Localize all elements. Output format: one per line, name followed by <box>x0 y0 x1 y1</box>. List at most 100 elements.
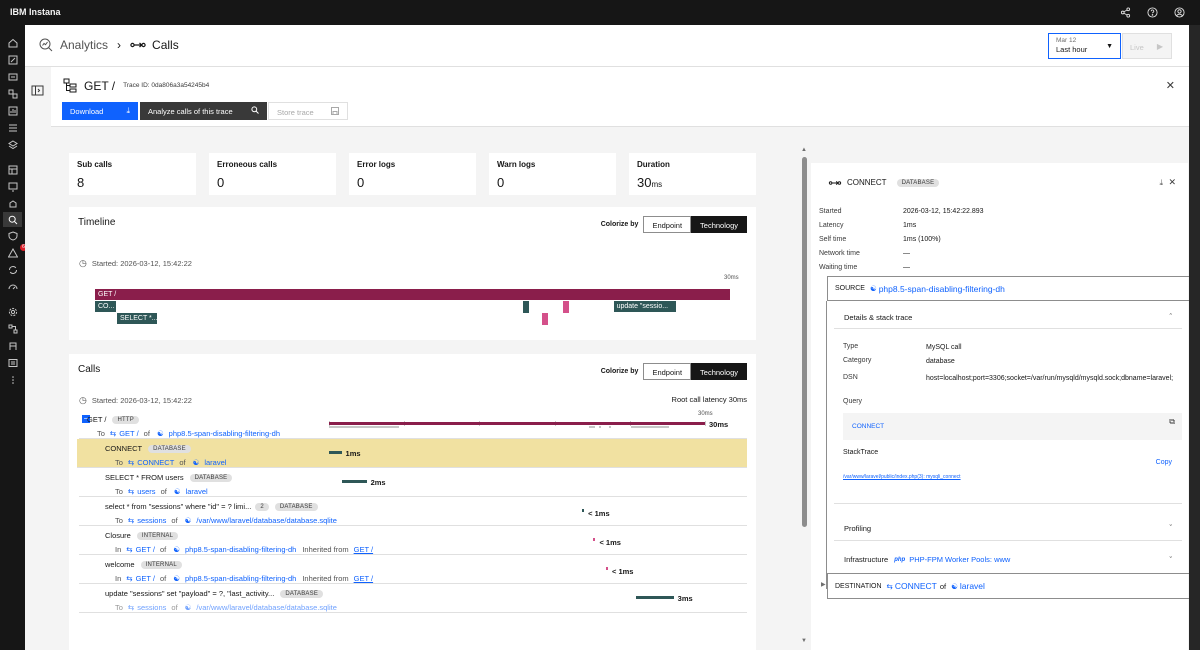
analyze-calls-button[interactable]: Analyze calls of this trace <box>140 102 267 120</box>
service-link[interactable]: php8.5-span-disabling-filtering-dh <box>185 545 296 554</box>
catalog-icon[interactable] <box>6 356 19 369</box>
events-icon[interactable] <box>6 229 19 242</box>
more-icon[interactable] <box>6 373 19 386</box>
stacktrace-frame-link[interactable]: /var/www/laravel/public/index.php(3): my… <box>843 474 961 480</box>
copy-icon[interactable]: ⧉ <box>1169 417 1175 427</box>
download-button[interactable]: Download ⤓ <box>62 102 138 120</box>
call-detail-line: In ⇆ GET / of ☯ php8.5-span-disabling-filteri… <box>115 545 373 554</box>
timeline-bar[interactable]: GET / <box>95 289 730 300</box>
colorize-technology-button[interactable]: Technology <box>691 363 747 380</box>
timeline-bar[interactable]: CO... <box>95 301 117 312</box>
endpoint-link[interactable]: GET / <box>136 574 155 583</box>
stat-label: Erroneous calls <box>217 160 278 169</box>
service-link[interactable]: laravel <box>186 487 208 496</box>
mobile-icon[interactable] <box>6 87 19 100</box>
destination-box[interactable]: DESTINATION ⇆ CONNECT of ☯ laravel <box>827 573 1190 599</box>
breadcrumb-analytics[interactable]: Analytics <box>60 38 108 52</box>
settings-icon[interactable] <box>6 305 19 318</box>
infrastructure-icon[interactable] <box>6 163 19 176</box>
scroll-down-icon[interactable]: ▼ <box>801 638 807 644</box>
service-link[interactable]: /var/www/laravel/database/database.sqlit… <box>196 603 337 612</box>
details-stack-trace-header[interactable]: Details & stack trace ˆ <box>834 303 1182 329</box>
inherited-link[interactable]: GET / <box>354 545 373 554</box>
agent-icon[interactable] <box>6 339 19 352</box>
profiling-section[interactable]: Profiling ˇ <box>834 513 1182 541</box>
colorize-technology-button[interactable]: Technology <box>691 216 747 233</box>
kubernetes-icon[interactable] <box>6 121 19 134</box>
call-type-tag: DATABASE <box>148 444 191 453</box>
timeline-bar[interactable]: update "sessio... <box>613 301 676 312</box>
slo-icon[interactable] <box>6 280 19 293</box>
alerts-icon[interactable]: 6 <box>6 244 27 259</box>
destination-endpoint-link[interactable]: CONNECT <box>895 581 937 591</box>
timeline-bar[interactable] <box>541 313 548 325</box>
analytics-icon[interactable] <box>3 212 22 227</box>
endpoint-link[interactable]: sessions <box>137 516 166 525</box>
app-brand[interactable]: IBM Instana <box>10 7 61 17</box>
stacktrace-key: StackTrace <box>843 449 879 456</box>
call-row[interactable]: Closure INTERNAL In ⇆ GET / of ☯ php8.5-span-di… <box>79 526 747 555</box>
websites-icon[interactable] <box>6 70 19 83</box>
detail-field-key: Network time <box>819 250 860 257</box>
stat-duration: Duration 30ms <box>629 153 756 195</box>
scrollbar[interactable] <box>802 157 807 527</box>
application-icon[interactable] <box>6 53 19 66</box>
endpoint-link[interactable]: GET / <box>119 429 138 438</box>
call-row[interactable]: welcome INTERNAL In ⇆ GET / of ☯ php8.5-span-di… <box>79 555 747 584</box>
endpoint-link[interactable]: users <box>137 487 155 496</box>
live-button[interactable]: Live ▶ <box>1122 33 1172 59</box>
colorize-endpoint-button[interactable]: Endpoint <box>643 216 692 233</box>
user-icon[interactable] <box>1173 6 1186 19</box>
timeline-bar[interactable]: SELECT *... <box>117 313 157 324</box>
endpoint-link[interactable]: GET / <box>136 545 155 554</box>
share-icon[interactable] <box>1119 6 1132 19</box>
service-link[interactable]: /var/www/laravel/database/database.sqlit… <box>196 516 337 525</box>
inherited-link[interactable]: GET / <box>354 574 373 583</box>
colorize-endpoint-button[interactable]: Endpoint <box>643 363 692 380</box>
scroll-up-icon[interactable]: ▲ <box>801 147 807 153</box>
call-type-tag: DATABASE <box>274 502 318 511</box>
side-panel-toggle-icon[interactable] <box>31 84 44 97</box>
dashboards-icon[interactable] <box>6 104 19 117</box>
store-trace-button[interactable]: Store trace <box>268 102 348 120</box>
window-scrollbar[interactable] <box>1189 25 1200 650</box>
service-link[interactable]: php8.5-span-disabling-filtering-dh <box>169 429 280 438</box>
service-link[interactable]: laravel <box>204 458 226 467</box>
call-row[interactable]: select * from "sessions" where "id" = ? … <box>79 497 747 526</box>
call-name: update "sessions" set "payload" = ?, "la… <box>105 589 275 598</box>
home-icon[interactable] <box>6 36 19 49</box>
close-icon[interactable]: ✕ <box>1166 79 1175 92</box>
infrastructure-section[interactable]: Infrastructure php PHP-FPM Worker Pools:… <box>834 546 1182 574</box>
call-latency-value: < 1ms <box>611 567 634 576</box>
call-row[interactable]: SELECT * FROM users DATABASE To ⇆ users of ☯ la… <box>79 468 747 497</box>
service-icon: ☯ <box>156 429 164 438</box>
infrastructure-link[interactable]: PHP-FPM Worker Pools: www <box>909 555 1010 564</box>
time-picker[interactable]: Mar 12 Last hour ▼ <box>1048 33 1121 59</box>
timeline-bar[interactable] <box>522 301 529 313</box>
help-icon[interactable] <box>1146 6 1159 19</box>
platforms-icon[interactable] <box>6 197 19 210</box>
destination-service-link[interactable]: laravel <box>960 581 985 591</box>
automation-icon[interactable] <box>6 263 19 276</box>
type-value: MySQL call <box>926 344 962 351</box>
stack-icon[interactable] <box>6 138 19 151</box>
stat-warn-logs: Warn logs 0 <box>489 153 616 195</box>
timeline-bar[interactable] <box>562 301 569 313</box>
close-icon[interactable]: ✕ <box>1168 177 1176 188</box>
source-box[interactable]: SOURCE ☯ php8.5-span-disabling-filtering… <box>827 276 1190 301</box>
page-title: Calls <box>152 38 179 52</box>
copy-stacktrace-link[interactable]: Copy <box>1156 459 1172 466</box>
source-service-link[interactable]: php8.5-span-disabling-filtering-dh <box>879 284 1005 294</box>
endpoint-link[interactable]: CONNECT <box>137 458 174 467</box>
source-box-border <box>826 301 827 589</box>
endpoint-link[interactable]: sessions <box>137 603 166 612</box>
call-row[interactable]: − GET / HTTP To ⇆ GET / of ☯ php8.5-span-disabli… <box>79 410 747 439</box>
detail-field-key: Started <box>819 208 842 215</box>
download-icon[interactable]: ⤓ <box>1159 178 1163 188</box>
integrations-icon[interactable] <box>6 322 19 335</box>
call-row[interactable]: CONNECT DATABASE To ⇆ CONNECT of ☯ laravel 1ms <box>77 439 747 468</box>
service-link[interactable]: php8.5-span-disabling-filtering-dh <box>185 574 296 583</box>
call-row[interactable]: update "sessions" set "payload" = ?, "la… <box>79 584 747 613</box>
endpoint-icon: ⇆ <box>126 545 133 554</box>
synthetic-icon[interactable] <box>6 180 19 193</box>
